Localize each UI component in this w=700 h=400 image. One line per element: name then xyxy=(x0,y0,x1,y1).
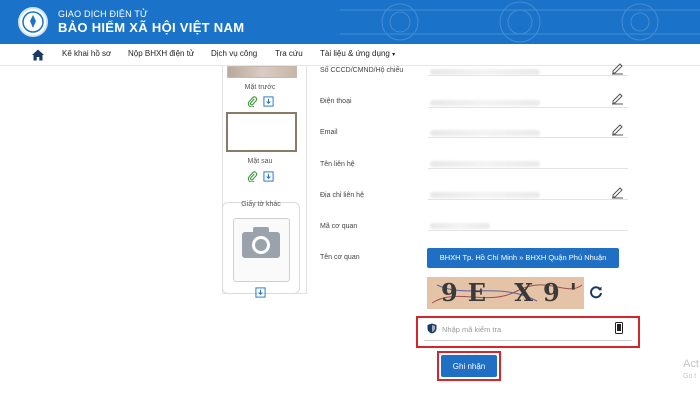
vss-logo[interactable] xyxy=(18,7,48,37)
nav-item-ke-khai[interactable]: Kê khai hồ sơ xyxy=(62,49,111,58)
field-label-phone: Điện thoại xyxy=(320,98,352,105)
nav-item-tra-cuu[interactable]: Tra cứu xyxy=(275,49,303,58)
logo-emblem-icon xyxy=(22,11,44,33)
edit-icon[interactable] xyxy=(611,186,624,199)
mobile-phone-icon xyxy=(615,322,623,334)
chevron-down-icon: ▾ xyxy=(392,52,396,58)
nav-item-dich-vu-cong[interactable]: Dịch vụ công xyxy=(211,49,257,58)
agency-code-value xyxy=(430,223,490,229)
id-back-photo xyxy=(226,112,297,152)
front-side-label: Mặt trước xyxy=(244,84,276,91)
refresh-icon[interactable] xyxy=(589,285,603,299)
submit-button[interactable]: Ghi nhận xyxy=(441,355,497,377)
captcha-text: 9E X9' xyxy=(441,278,584,307)
org-subtitle: GIAO DỊCH ĐIỆN TỬ xyxy=(58,9,148,19)
field-label-agency-name: Tên cơ quan xyxy=(320,254,360,261)
email-value xyxy=(430,130,540,136)
captcha-image: 9E X9' xyxy=(427,277,584,309)
banner-pattern xyxy=(340,1,700,43)
field-label-contact-address: Địa chỉ liên hệ xyxy=(320,192,364,199)
attach-icon[interactable] xyxy=(247,171,258,182)
camera-icon xyxy=(242,227,280,258)
contact-name-value xyxy=(430,161,540,167)
back-side-label: Mặt sau xyxy=(247,158,273,165)
attach-icon[interactable] xyxy=(247,96,258,107)
download-icon[interactable] xyxy=(263,96,274,107)
field-label-agency-code: Mã cơ quan xyxy=(320,223,358,230)
download-icon[interactable] xyxy=(255,287,266,298)
edit-icon[interactable] xyxy=(611,62,624,75)
top-banner: GIAO DỊCH ĐIỆN TỬ BẢO HIỂM XÃ HỘI VIỆT N… xyxy=(0,0,700,44)
agency-select-button[interactable]: BHXH Tp. Hồ Chí Minh » BHXH Quận Phú Nhu… xyxy=(427,248,619,268)
activation-watermark-title: Act xyxy=(683,358,699,370)
home-icon[interactable] xyxy=(31,48,45,62)
field-label-email: Email xyxy=(320,129,338,136)
nav-item-nop-bhxh[interactable]: Nộp BHXH điện tử xyxy=(128,49,194,58)
captcha-input[interactable] xyxy=(424,319,632,341)
shield-icon xyxy=(427,323,437,334)
download-icon[interactable] xyxy=(263,171,274,182)
other-documents-label: Giấy tờ khác xyxy=(241,201,281,208)
phone-value xyxy=(430,100,540,106)
org-title: BẢO HIỂM XÃ HỘI VIỆT NAM xyxy=(58,20,245,35)
contact-address-value xyxy=(430,192,540,198)
edit-icon[interactable] xyxy=(611,92,624,105)
nav-item-tai-lieu[interactable]: Tài liệu & ứng dụng ▾ xyxy=(320,49,395,58)
activation-watermark-subtitle: Go t xyxy=(683,373,697,380)
field-label-contact-name: Tên liên hệ xyxy=(320,161,355,168)
edit-icon[interactable] xyxy=(611,123,624,136)
id-front-photo xyxy=(227,66,297,78)
id-number-value xyxy=(430,69,540,75)
field-label-id-number: Số CCCD/CMND/Hộ chiếu xyxy=(320,67,404,74)
